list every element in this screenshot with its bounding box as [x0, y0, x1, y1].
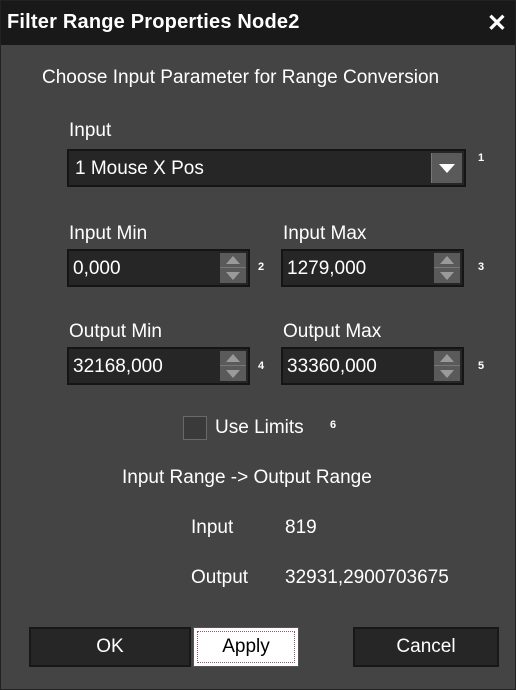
spin-up-icon[interactable]: [226, 256, 240, 264]
spin-up-icon[interactable]: [440, 354, 454, 362]
title-bar[interactable]: Filter Range Properties Node2 ✕: [1, 1, 515, 45]
spin-divider: [434, 365, 460, 366]
close-icon[interactable]: ✕: [487, 9, 507, 38]
marker-5: 5: [478, 360, 485, 372]
marker-3: 3: [478, 261, 485, 273]
apply-button[interactable]: Apply: [193, 627, 299, 667]
output-min-spinner[interactable]: [220, 351, 246, 381]
filter-range-dialog: Filter Range Properties Node2 ✕ Choose I…: [0, 0, 516, 690]
input-max-label: Input Max: [283, 223, 367, 244]
readout-input-value: 819: [285, 517, 317, 538]
input-max-spinner[interactable]: [434, 253, 460, 283]
spin-down-icon[interactable]: [226, 272, 240, 280]
readout-input-label: Input: [191, 517, 234, 538]
marker-4: 4: [258, 360, 265, 372]
input-label: Input: [69, 120, 112, 141]
readout-output-label: Output: [191, 567, 249, 588]
use-limits-checkbox[interactable]: [183, 416, 207, 440]
spin-divider: [220, 267, 246, 268]
input-min-spinner[interactable]: [220, 253, 246, 283]
chevron-down-icon: [439, 164, 455, 173]
use-limits-label: Use Limits: [215, 417, 304, 438]
spin-divider: [220, 365, 246, 366]
spin-down-icon[interactable]: [440, 272, 454, 280]
marker-6: 6: [330, 419, 337, 431]
spin-up-icon[interactable]: [226, 354, 240, 362]
dialog-title: Filter Range Properties Node2: [7, 11, 300, 33]
output-max-value: 33360,000: [287, 356, 377, 377]
output-min-field[interactable]: 32168,000: [67, 347, 250, 385]
output-max-spinner[interactable]: [434, 351, 460, 381]
input-min-value: 0,000: [73, 258, 121, 279]
spin-down-icon[interactable]: [226, 370, 240, 378]
output-max-field[interactable]: 33360,000: [281, 347, 464, 385]
input-max-value: 1279,000: [287, 258, 367, 279]
input-min-field[interactable]: 0,000: [67, 249, 250, 287]
range-heading: Input Range -> Output Range: [122, 467, 372, 488]
readout-output-value: 32931,2900703675: [285, 567, 449, 588]
apply-button-label: Apply: [197, 631, 295, 663]
spin-divider: [434, 267, 460, 268]
cancel-button[interactable]: Cancel: [353, 627, 499, 667]
dropdown-button[interactable]: [431, 153, 462, 183]
marker-2: 2: [258, 261, 265, 273]
output-min-value: 32168,000: [73, 356, 163, 377]
spin-down-icon[interactable]: [440, 370, 454, 378]
output-min-label: Output Min: [69, 321, 162, 342]
input-parameter-value: 1 Mouse X Pos: [75, 158, 204, 179]
ok-button[interactable]: OK: [29, 627, 191, 667]
input-parameter-dropdown[interactable]: 1 Mouse X Pos: [67, 149, 466, 187]
output-max-label: Output Max: [283, 321, 382, 342]
input-min-label: Input Min: [69, 223, 148, 244]
marker-1: 1: [478, 152, 485, 164]
input-max-field[interactable]: 1279,000: [281, 249, 464, 287]
spin-up-icon[interactable]: [440, 256, 454, 264]
header-text: Choose Input Parameter for Range Convers…: [42, 67, 440, 88]
